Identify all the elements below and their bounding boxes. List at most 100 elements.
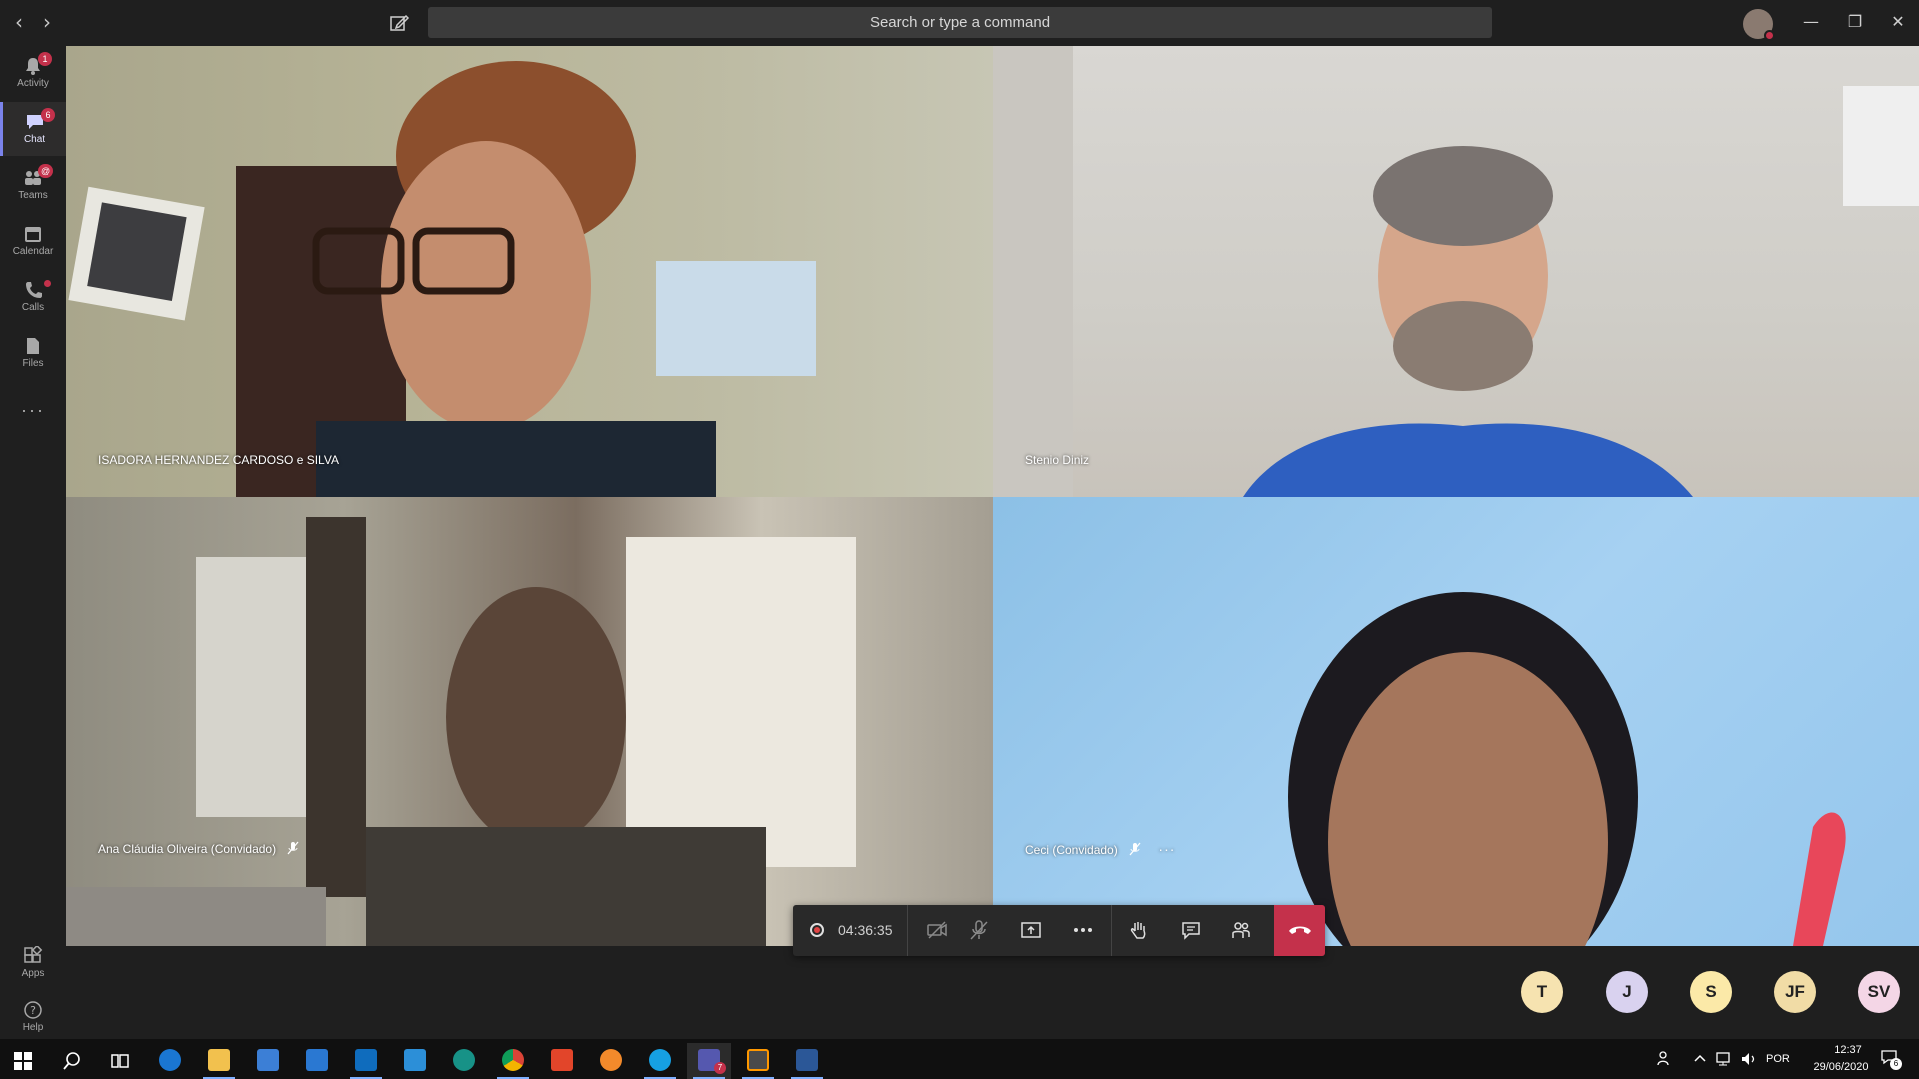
more-actions-button[interactable]	[1061, 905, 1105, 956]
taskbar-gitkraken[interactable]	[442, 1043, 486, 1079]
app-rail: Activity 1 Chat 6 Teams @ Calendar Calls…	[0, 46, 66, 1039]
taskbar-firefox[interactable]	[589, 1043, 633, 1079]
notification-count: 6	[1890, 1058, 1902, 1070]
rail-label: Apps	[21, 968, 45, 979]
skype-icon	[649, 1049, 671, 1071]
participant-more-icon[interactable]: ···	[1158, 841, 1175, 857]
raise-hand-button[interactable]	[1117, 905, 1161, 956]
status-busy-icon	[1764, 30, 1775, 41]
minimize-icon[interactable]: —	[1797, 10, 1825, 34]
participant-name-row: Ceci (Convidado) ···	[1025, 841, 1175, 857]
rail-item-files[interactable]: Files	[0, 326, 66, 380]
rail-label: Chat	[23, 134, 46, 145]
start-button[interactable]	[0, 1043, 44, 1079]
close-icon[interactable]: ✕	[1884, 10, 1912, 34]
compose-icon[interactable]	[386, 10, 412, 36]
chrome-icon	[502, 1049, 524, 1071]
calls-dot-badge	[44, 280, 51, 287]
mic-toggle-button[interactable]	[957, 905, 1001, 956]
video-feed	[1288, 592, 1846, 946]
restore-icon[interactable]: ❐	[1841, 10, 1869, 34]
chevron-up-icon[interactable]	[1693, 1052, 1707, 1066]
participant-name: Stenio Diniz	[1025, 453, 1090, 467]
rail-item-teams[interactable]: Teams @	[0, 158, 66, 212]
taskbar-sublime[interactable]	[736, 1043, 780, 1079]
chat-icon	[1182, 922, 1200, 940]
language-indicator[interactable]: POR	[1766, 1053, 1790, 1065]
taskbar-vscode[interactable]	[393, 1043, 437, 1079]
volume-icon[interactable]	[1740, 1051, 1758, 1067]
rail-label: Help	[22, 1022, 44, 1033]
rail-item-help[interactable]: ? Help	[0, 990, 66, 1044]
taskbar-teams[interactable]: 7	[687, 1043, 731, 1079]
search-icon	[63, 1052, 80, 1070]
back-icon[interactable]: ‹	[8, 12, 30, 34]
taskbar-office[interactable]	[540, 1043, 584, 1079]
participant-avatar[interactable]: S	[1690, 971, 1732, 1013]
taskbar-outlook[interactable]	[344, 1043, 388, 1079]
rail-label: Calls	[21, 302, 45, 313]
task-view-icon	[111, 1054, 129, 1068]
call-controls: 04:36:35	[793, 905, 1325, 956]
search-input[interactable]: Search or type a command	[428, 7, 1492, 38]
participant-avatar[interactable]: T	[1521, 971, 1563, 1013]
clock-time[interactable]: 12:37	[1820, 1044, 1876, 1056]
action-center-button[interactable]: 6	[1876, 1045, 1906, 1073]
rail-label: Files	[22, 358, 44, 369]
rail-label: Teams	[18, 190, 48, 201]
network-icon[interactable]	[1714, 1051, 1732, 1067]
avatar-initials: S	[1705, 982, 1717, 1001]
rail-item-apps[interactable]: Apps	[0, 936, 66, 990]
call-timer: 04:36:35	[838, 922, 893, 938]
rail-item-chat[interactable]: Chat 6	[0, 102, 66, 156]
taskbar-search-button[interactable]	[50, 1043, 94, 1079]
more-apps-icon[interactable]: ···	[0, 400, 66, 421]
taskbar-chrome[interactable]	[491, 1043, 535, 1079]
taskbar-skype[interactable]	[638, 1043, 682, 1079]
participant-avatar[interactable]: SV	[1858, 971, 1900, 1013]
divider	[1111, 905, 1112, 956]
clock-date[interactable]: 29/06/2020	[1806, 1061, 1876, 1073]
profile-avatar[interactable]	[1743, 9, 1775, 41]
participant-name: Ceci (Convidado)	[1025, 843, 1118, 857]
camera-toggle-button[interactable]	[915, 905, 959, 956]
participants-icon	[1232, 922, 1250, 938]
participant-avatar[interactable]: J	[1606, 971, 1648, 1013]
taskbar-mail[interactable]	[295, 1043, 339, 1079]
hang-up-button[interactable]	[1274, 905, 1325, 956]
chat-badge: 6	[41, 108, 55, 122]
video-feed	[68, 61, 816, 497]
task-view-button[interactable]	[98, 1043, 142, 1079]
taskbar-word[interactable]	[785, 1043, 829, 1079]
people-icon[interactable]	[1656, 1050, 1674, 1068]
avatar-initials: SV	[1867, 982, 1891, 1001]
video-tile[interactable]: Ana Cláudia Oliveira (Convidado)	[66, 497, 993, 946]
outlook-icon	[355, 1049, 377, 1071]
video-tile[interactable]: ISADORA HERNANDEZ CARDOSO e SILVA	[66, 46, 993, 497]
word-icon	[796, 1049, 818, 1071]
office-icon	[551, 1049, 573, 1071]
video-tile[interactable]: Ceci (Convidado) ···	[993, 497, 1919, 946]
participant-avatar[interactable]: JF	[1774, 971, 1816, 1013]
forward-icon[interactable]: ›	[36, 12, 58, 34]
rail-label: Calendar	[12, 246, 54, 257]
rail-item-calls[interactable]: Calls	[0, 270, 66, 324]
taskbar-edge[interactable]	[148, 1043, 192, 1079]
avatar-initials: T	[1536, 982, 1548, 1001]
share-screen-icon	[1021, 922, 1041, 938]
show-chat-button[interactable]	[1169, 905, 1213, 956]
share-screen-button[interactable]	[1009, 905, 1053, 956]
rail-item-calendar[interactable]: Calendar	[0, 214, 66, 268]
rail-item-activity[interactable]: Activity 1	[0, 46, 66, 100]
mic-off-icon	[970, 920, 988, 940]
phone-icon	[26, 282, 42, 298]
svg-text:?: ?	[30, 1004, 36, 1017]
taskbar-store[interactable]	[246, 1043, 290, 1079]
teams-badge: 7	[714, 1062, 726, 1074]
video-tile[interactable]: Stenio Diniz	[993, 46, 1919, 497]
firefox-icon	[600, 1049, 622, 1071]
video-feed	[993, 46, 1919, 497]
taskbar-file-explorer[interactable]	[197, 1043, 241, 1079]
mic-muted-icon	[1129, 842, 1141, 856]
show-participants-button[interactable]	[1219, 905, 1263, 956]
